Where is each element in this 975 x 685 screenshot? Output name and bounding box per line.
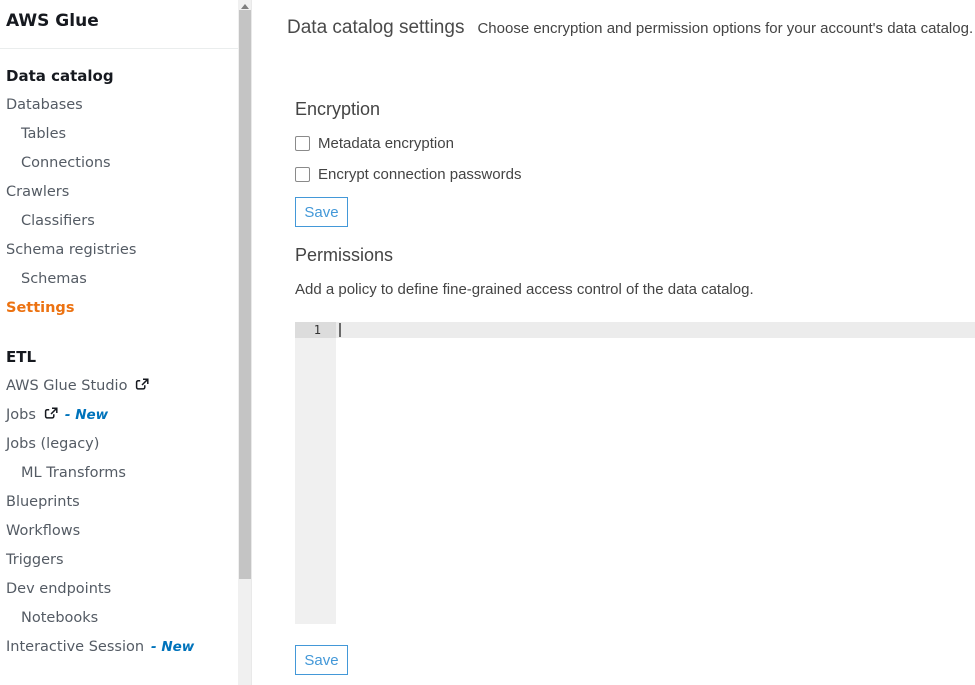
sidebar-item-interactive-session[interactable]: Interactive Session - New: [6, 633, 238, 662]
sidebar-item-crawlers[interactable]: Crawlers: [6, 178, 238, 207]
nav-section-etl: ETL: [6, 343, 238, 372]
sidebar-item-classifiers[interactable]: Classifiers: [6, 207, 238, 236]
editor-line-number-gutter: 1: [295, 322, 336, 624]
nav-section-data-catalog: Data catalog: [6, 62, 238, 91]
aws-glue-console: AWS Glue Data catalog Databases Tables C…: [0, 0, 975, 685]
new-badge: - New: [151, 639, 194, 655]
sidebar-item-connections[interactable]: Connections: [6, 149, 238, 178]
metadata-encryption-label: Metadata encryption: [318, 135, 454, 152]
encrypt-passwords-row: Encrypt connection passwords: [295, 167, 975, 182]
page-title: Data catalog settings: [287, 17, 464, 39]
sidebar-item-workflows[interactable]: Workflows: [6, 517, 238, 546]
sidebar-item-label: Interactive Session: [6, 639, 144, 655]
sidebar-item-aws-glue-studio[interactable]: AWS Glue Studio: [6, 372, 238, 401]
new-badge: - New: [65, 407, 108, 423]
sidebar-item-dev-endpoints[interactable]: Dev endpoints: [6, 575, 238, 604]
external-link-icon: [44, 403, 58, 432]
sidebar-item-settings[interactable]: Settings: [6, 294, 238, 323]
sidebar-item-tables[interactable]: Tables: [6, 120, 238, 149]
encryption-heading: Encryption: [295, 99, 975, 120]
permissions-save-button[interactable]: Save: [295, 645, 348, 675]
sidebar-item-databases[interactable]: Databases: [6, 91, 238, 120]
metadata-encryption-row: Metadata encryption: [295, 136, 975, 151]
sidebar-item-label: AWS Glue Studio: [6, 378, 127, 394]
policy-editor-input[interactable]: [336, 322, 975, 624]
permissions-section: Permissions Add a policy to define fine-…: [287, 245, 975, 675]
metadata-encryption-checkbox[interactable]: [295, 136, 310, 151]
editor-cursor: [339, 323, 341, 337]
sidebar-nav: Data catalog Databases Tables Connection…: [0, 49, 238, 662]
sidebar-item-jobs-legacy[interactable]: Jobs (legacy): [6, 430, 238, 459]
page-subtitle: Choose encryption and permission options…: [477, 20, 973, 37]
policy-code-editor: 1: [295, 322, 975, 624]
scrollbar-up-arrow-icon[interactable]: [241, 4, 249, 9]
external-link-icon: [135, 374, 149, 403]
sidebar-item-notebooks[interactable]: Notebooks: [6, 604, 238, 633]
page-header: Data catalog settings Choose encryption …: [287, 17, 975, 39]
sidebar-item-ml-transforms[interactable]: ML Transforms: [6, 459, 238, 488]
scrollbar-thumb[interactable]: [239, 10, 251, 579]
encrypt-passwords-checkbox[interactable]: [295, 167, 310, 182]
sidebar-item-blueprints[interactable]: Blueprints: [6, 488, 238, 517]
sidebar-scrollbar[interactable]: [238, 0, 252, 685]
sidebar-item-jobs[interactable]: Jobs - New: [6, 401, 238, 430]
sidebar-item-triggers[interactable]: Triggers: [6, 546, 238, 575]
permissions-heading: Permissions: [295, 245, 975, 266]
encryption-section: Encryption Metadata encryption Encrypt c…: [287, 99, 975, 227]
encrypt-passwords-label: Encrypt connection passwords: [318, 166, 521, 183]
editor-line-number: 1: [295, 322, 336, 338]
app-title: AWS Glue: [0, 0, 238, 48]
editor-active-line: [336, 322, 975, 338]
sidebar-item-schemas[interactable]: Schemas: [6, 265, 238, 294]
settings-page: Data catalog settings Choose encryption …: [253, 0, 975, 685]
sidebar-item-label: Jobs: [6, 407, 36, 423]
sidebar: AWS Glue Data catalog Databases Tables C…: [0, 0, 238, 685]
permissions-description: Add a policy to define fine-grained acce…: [295, 281, 975, 298]
sidebar-item-schema-registries[interactable]: Schema registries: [6, 236, 238, 265]
encryption-save-button[interactable]: Save: [295, 197, 348, 227]
